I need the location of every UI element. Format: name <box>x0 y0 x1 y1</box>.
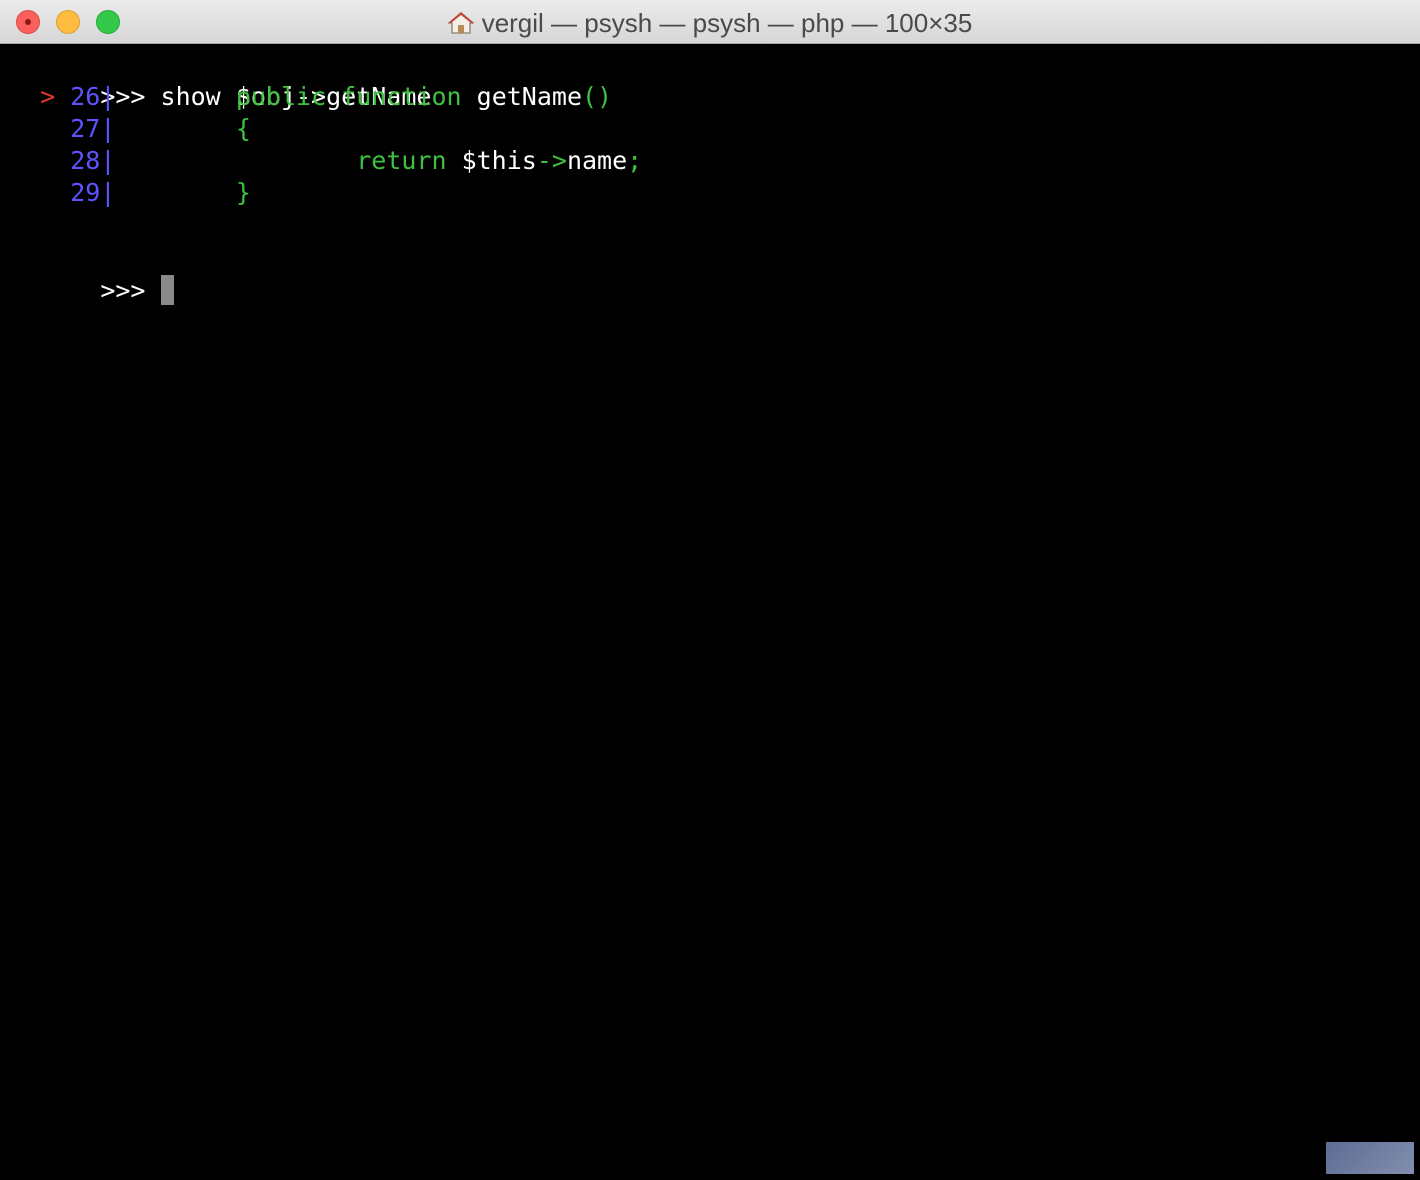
command-line: >>> show $obj->getName <box>10 49 431 111</box>
input-prompt: >>> <box>100 276 146 305</box>
code-token: } <box>235 178 251 207</box>
window-title-container: vergil — psysh — psysh — php — 100×35 <box>0 8 1420 39</box>
code-token: -> <box>536 146 567 175</box>
source-line: 28| return $this->name; <box>10 145 642 177</box>
code-token: $this <box>461 146 537 175</box>
text-cursor <box>160 275 174 305</box>
window-title: vergil — psysh — psysh — php — 100×35 <box>481 8 973 38</box>
terminal-window: vergil — psysh — psysh — php — 100×35 >>… <box>0 0 1420 1180</box>
watermark-logo <box>1326 1142 1414 1174</box>
current-line-marker <box>40 114 55 143</box>
input-line[interactable]: >>> <box>10 243 174 305</box>
code-token: public function <box>235 82 477 111</box>
home-icon <box>447 11 474 35</box>
source-line: 29| } <box>10 177 251 209</box>
code-token: getName <box>476 82 582 111</box>
current-line-marker <box>40 146 55 175</box>
code-token: { <box>235 114 251 143</box>
code-token: () <box>582 82 613 111</box>
terminal-output[interactable]: >>> show $obj->getName > 26| public func… <box>0 45 1420 1180</box>
source-line: > 26| public function getName() <box>10 81 612 113</box>
line-number: 29| <box>70 178 116 207</box>
line-number: 27| <box>70 114 116 143</box>
line-number: 28| <box>70 146 116 175</box>
title-bar[interactable]: vergil — psysh — psysh — php — 100×35 <box>0 0 1420 44</box>
current-line-marker <box>40 178 55 207</box>
line-number: 26| <box>70 82 116 111</box>
code-token: name <box>566 146 628 175</box>
code-token: return <box>356 146 462 175</box>
source-line: 27| { <box>10 113 251 145</box>
current-line-marker: > <box>40 82 56 111</box>
code-token: ; <box>627 146 643 175</box>
